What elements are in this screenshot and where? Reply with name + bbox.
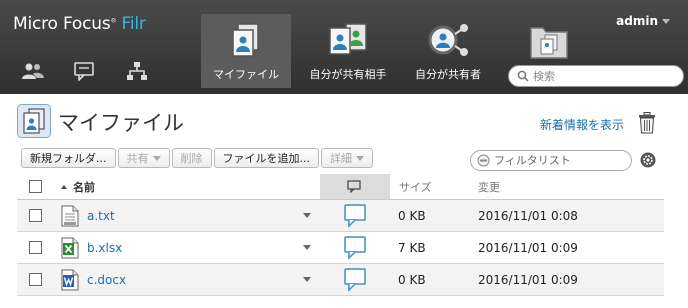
row-checkbox[interactable] — [29, 273, 42, 286]
filter-box[interactable] — [470, 150, 632, 171]
comment-icon — [344, 203, 366, 228]
row-menu-dropdown[interactable] — [303, 200, 311, 231]
net-folders-icon — [512, 14, 586, 62]
table-row[interactable]: b.xlsx 7 KB 2016/11/01 0:09 — [17, 232, 664, 264]
details-button[interactable]: 詳細 — [321, 148, 373, 168]
comments-icon[interactable] — [72, 60, 98, 82]
chevron-down-icon — [662, 19, 670, 24]
modified-column-header[interactable]: 変更 — [478, 174, 500, 199]
filter-input[interactable] — [494, 154, 624, 167]
comments-column-header[interactable] — [347, 174, 361, 199]
shared-with-me-icon — [300, 14, 396, 62]
delete-button[interactable]: 削除 — [171, 148, 212, 168]
file-name-link[interactable]: a.txt — [87, 200, 115, 231]
tab-shared-with-me[interactable]: 自分が共有相手 — [300, 14, 396, 88]
word-file-icon — [61, 264, 79, 295]
sort-ascending-icon — [61, 184, 67, 189]
comment-icon — [347, 180, 361, 193]
file-size: 0 KB — [398, 272, 426, 287]
chevron-down-icon — [303, 245, 311, 250]
file-modified: 2016/11/01 0:08 — [478, 208, 578, 223]
row-menu-dropdown[interactable] — [303, 264, 311, 295]
shared-by-me-icon — [405, 14, 491, 62]
excel-file-icon — [61, 232, 79, 263]
brand-product: Filr — [121, 14, 146, 34]
comment-icon — [344, 235, 366, 260]
select-all-checkbox[interactable] — [29, 180, 42, 193]
select-all-checkbox-cell — [29, 174, 42, 199]
my-files-icon — [201, 14, 291, 62]
file-name-link[interactable]: c.docx — [87, 264, 126, 295]
file-size: 7 KB — [398, 240, 426, 255]
size-column-header[interactable]: サイズ — [399, 174, 432, 199]
comment-icon — [344, 267, 366, 292]
chevron-down-icon — [303, 213, 311, 218]
gear-icon[interactable] — [640, 152, 656, 168]
brand-name: Micro Focus — [13, 14, 111, 34]
people-icon[interactable] — [20, 60, 46, 82]
row-checkbox-cell — [29, 200, 42, 231]
org-chart-icon[interactable] — [124, 60, 150, 82]
new-folder-button[interactable]: 新規フォルダ... — [21, 148, 116, 168]
tab-shared-by-me[interactable]: 自分が共有者 — [405, 14, 491, 88]
table-row[interactable]: c.docx 0 KB 2016/11/01 0:09 — [17, 264, 664, 296]
details-label: 詳細 — [330, 152, 352, 165]
row-menu-dropdown[interactable] — [303, 232, 311, 263]
comment-button[interactable] — [344, 232, 366, 263]
search-icon — [517, 70, 529, 82]
add-file-button[interactable]: ファイルを追加... — [213, 148, 319, 168]
name-column-header[interactable]: 名前 — [61, 174, 95, 199]
tab-label: 自分が共有者 — [415, 68, 481, 81]
filter-icon — [477, 154, 490, 167]
tab-label: マイファイル — [213, 68, 279, 81]
text-file-icon — [61, 200, 79, 231]
tab-my-files[interactable]: マイファイル — [201, 14, 291, 88]
brand-registered-mark: ® — [110, 17, 117, 25]
top-header: Micro Focus® Filr マイファイル 自分が共有相手 自分が共有者 — [0, 0, 688, 94]
my-files-page-icon — [17, 104, 51, 138]
search-box[interactable] — [508, 65, 684, 87]
page-title: マイファイル — [58, 111, 184, 135]
whats-new-link[interactable]: 新着情報を表示 — [540, 116, 624, 133]
share-label: 共有 — [126, 152, 149, 165]
file-modified: 2016/11/01 0:09 — [478, 240, 578, 255]
row-checkbox[interactable] — [29, 209, 42, 222]
file-table: 名前 サイズ 変更 a.txt 0 KB 2016/11/01 0:08 b.x… — [17, 174, 664, 296]
share-button[interactable]: 共有 — [117, 148, 170, 168]
row-checkbox[interactable] — [29, 241, 42, 254]
file-modified: 2016/11/01 0:09 — [478, 272, 578, 287]
table-row[interactable]: a.txt 0 KB 2016/11/01 0:08 — [17, 200, 664, 232]
username: admin — [616, 14, 658, 28]
trash-icon[interactable] — [638, 112, 656, 134]
name-header-label: 名前 — [73, 180, 95, 194]
chevron-down-icon — [303, 277, 311, 282]
comment-button[interactable] — [344, 200, 366, 231]
chevron-down-icon — [152, 155, 161, 161]
chevron-down-icon — [356, 155, 364, 161]
tab-label: 自分が共有相手 — [309, 68, 387, 81]
action-toolbar: 新規フォルダ... 共有 削除 ファイルを追加... 詳細 — [21, 148, 373, 168]
search-input[interactable] — [533, 69, 673, 83]
row-checkbox-cell — [29, 264, 42, 295]
brand-logo: Micro Focus® Filr — [13, 14, 146, 34]
table-header: 名前 サイズ 変更 — [17, 174, 664, 200]
row-checkbox-cell — [29, 232, 42, 263]
file-size: 0 KB — [398, 208, 426, 223]
file-name-link[interactable]: b.xlsx — [87, 232, 122, 263]
comment-button[interactable] — [344, 264, 366, 295]
user-menu[interactable]: admin — [616, 14, 670, 28]
header-left-icons — [20, 60, 150, 82]
